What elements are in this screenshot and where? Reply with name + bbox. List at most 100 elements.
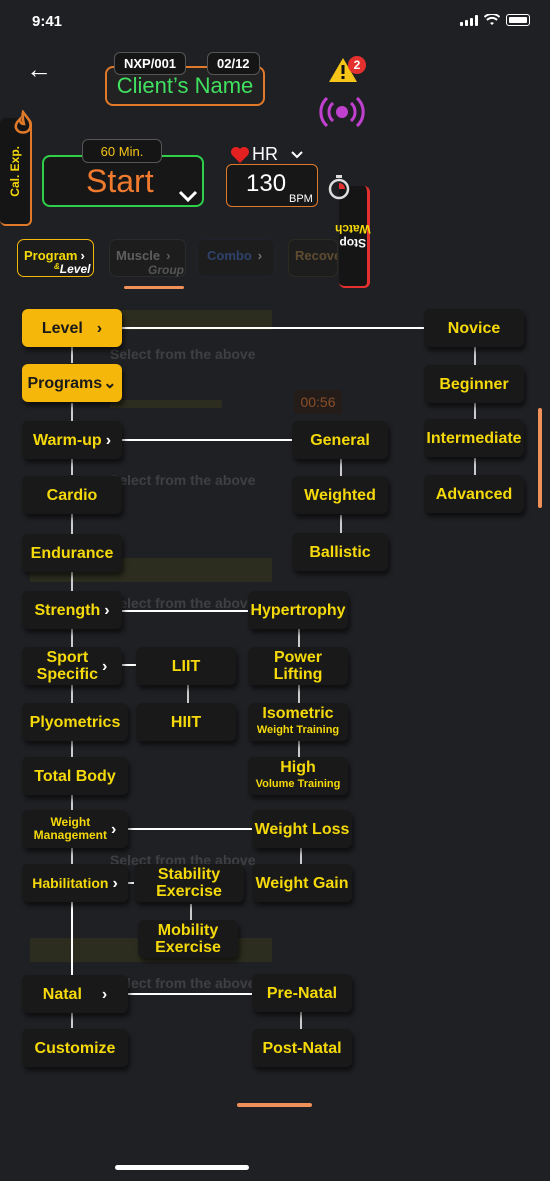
warmup-label: Warm-up [32, 431, 102, 449]
novice-button[interactable]: Novice [424, 309, 524, 347]
weight-management-button[interactable]: Weight Management › [22, 810, 128, 848]
live-broadcast-icon[interactable] [318, 94, 366, 130]
warmup-button[interactable]: Warm-up › [22, 421, 122, 459]
connector-line [71, 514, 73, 534]
ballistic-button[interactable]: Ballistic [292, 533, 388, 571]
pre-natal-label: Pre-Natal [266, 984, 338, 1002]
status-icons [460, 14, 530, 26]
hr-chevron-icon [291, 150, 303, 158]
hr-unit: BPM [289, 193, 313, 205]
weight-management-label: Weight Management [33, 815, 108, 842]
back-arrow-icon[interactable]: ← [26, 56, 52, 82]
tab-combo[interactable]: Combo › [197, 239, 275, 277]
total-body-button[interactable]: Total Body [22, 757, 128, 795]
weight-loss-button[interactable]: Weight Loss [252, 810, 352, 848]
weight-loss-label: Weight Loss [254, 820, 350, 838]
natal-button[interactable]: Natal › [22, 975, 128, 1013]
home-indicator[interactable] [115, 1165, 249, 1170]
signal-icon [460, 14, 478, 26]
strength-button[interactable]: Strength › [22, 591, 122, 629]
advanced-button[interactable]: Advanced [424, 475, 524, 513]
connector-line [71, 403, 73, 421]
programs-button[interactable]: Programs ⌄ [22, 364, 122, 402]
tab-program-level[interactable]: Program › &Level [17, 239, 94, 277]
hr-selector[interactable]: HR [230, 144, 304, 165]
heart-icon [231, 146, 249, 163]
connector-line [187, 685, 189, 703]
hr-value: 130 [246, 170, 287, 197]
hypertrophy-label: Hypertrophy [250, 601, 346, 619]
hiit-label: HIIT [170, 713, 202, 731]
hypertrophy-button[interactable]: Hypertrophy [248, 591, 348, 629]
endurance-button[interactable]: Endurance [22, 534, 122, 572]
customize-label: Customize [34, 1039, 116, 1057]
stopwatch-icon[interactable] [327, 174, 351, 200]
start-label: Start [86, 163, 154, 199]
connector-line [122, 993, 252, 995]
tab-muscle-group[interactable]: Muscle › Group [109, 239, 186, 277]
sport-specific-button[interactable]: Sport Specific › [22, 647, 122, 685]
isometric-label: Isometric Weight Training [256, 705, 340, 736]
connector-line [71, 1012, 73, 1028]
tab-level-label: Level [59, 262, 91, 276]
connector-line [122, 664, 136, 666]
customize-button[interactable]: Customize [22, 1029, 128, 1067]
connector-line [71, 847, 73, 864]
post-natal-button[interactable]: Post-Natal [252, 1029, 352, 1067]
connector-line [298, 629, 300, 647]
intermediate-button[interactable]: Intermediate [424, 419, 524, 457]
advanced-label: Advanced [435, 485, 513, 503]
endurance-label: Endurance [30, 544, 114, 562]
programs-label: Programs [27, 374, 103, 392]
weight-gain-button[interactable]: Weight Gain [252, 864, 352, 902]
duration-label[interactable]: 60 Min. [82, 139, 162, 163]
tab-underline [124, 286, 184, 289]
connector-line [300, 1012, 302, 1029]
scrollbar[interactable] [538, 408, 542, 508]
stability-exercise-label: Stability Exercise [156, 866, 222, 900]
ballistic-label: Ballistic [309, 543, 371, 561]
pre-natal-button[interactable]: Pre-Natal [252, 974, 352, 1012]
natal-label: Natal [42, 985, 82, 1003]
connector-line [122, 610, 248, 612]
weighted-label: Weighted [304, 486, 376, 504]
mobility-exercise-button[interactable]: Mobility Exercise [138, 920, 238, 958]
plyometrics-button[interactable]: Plyometrics [22, 703, 128, 741]
tab-muscle-label: Muscle [116, 248, 161, 263]
connector-line [122, 327, 424, 329]
beginner-button[interactable]: Beginner [424, 365, 524, 403]
tab-group-label: Group [148, 263, 184, 277]
stop-watch-label: Stop Watch [335, 222, 371, 250]
high-volume-training-button[interactable]: High Volume Training [248, 757, 348, 795]
connector-line [71, 347, 73, 363]
hr-label: HR [252, 144, 278, 164]
isometric-weight-training-button[interactable]: Isometric Weight Training [248, 703, 348, 741]
page-indicator [237, 1103, 312, 1107]
connector-line [122, 439, 292, 441]
connector-line [340, 459, 342, 476]
stop-watch-tab[interactable]: Stop Watch [335, 186, 371, 288]
level-button[interactable]: Level › [22, 309, 122, 347]
level-label: Level [41, 319, 83, 337]
habilitation-button[interactable]: Habilitation › [22, 864, 128, 902]
battery-icon [506, 14, 530, 26]
total-body-label: Total Body [34, 767, 116, 785]
mobility-exercise-label: Mobility Exercise [155, 922, 221, 956]
chevron-down-icon[interactable] [178, 190, 198, 202]
ghost-select-text: Select from the above [110, 595, 256, 611]
cardio-button[interactable]: Cardio [22, 476, 122, 514]
power-lifting-button[interactable]: Power Lifting [248, 647, 348, 685]
hiit-button[interactable]: HIIT [136, 703, 236, 741]
general-label: General [310, 431, 370, 449]
general-button[interactable]: General [292, 421, 388, 459]
weighted-button[interactable]: Weighted [292, 476, 388, 514]
high-volume-label: High Volume Training [255, 759, 341, 790]
stability-exercise-button[interactable]: Stability Exercise [134, 864, 244, 902]
post-natal-label: Post-Natal [262, 1039, 342, 1057]
tab-recovery[interactable]: Recove [288, 239, 338, 277]
beginner-label: Beginner [439, 375, 509, 393]
liit-button[interactable]: LIIT [136, 647, 236, 685]
ghost-timer: 00:56 [294, 390, 342, 414]
connector-line [298, 685, 300, 703]
connector-line [71, 901, 73, 975]
